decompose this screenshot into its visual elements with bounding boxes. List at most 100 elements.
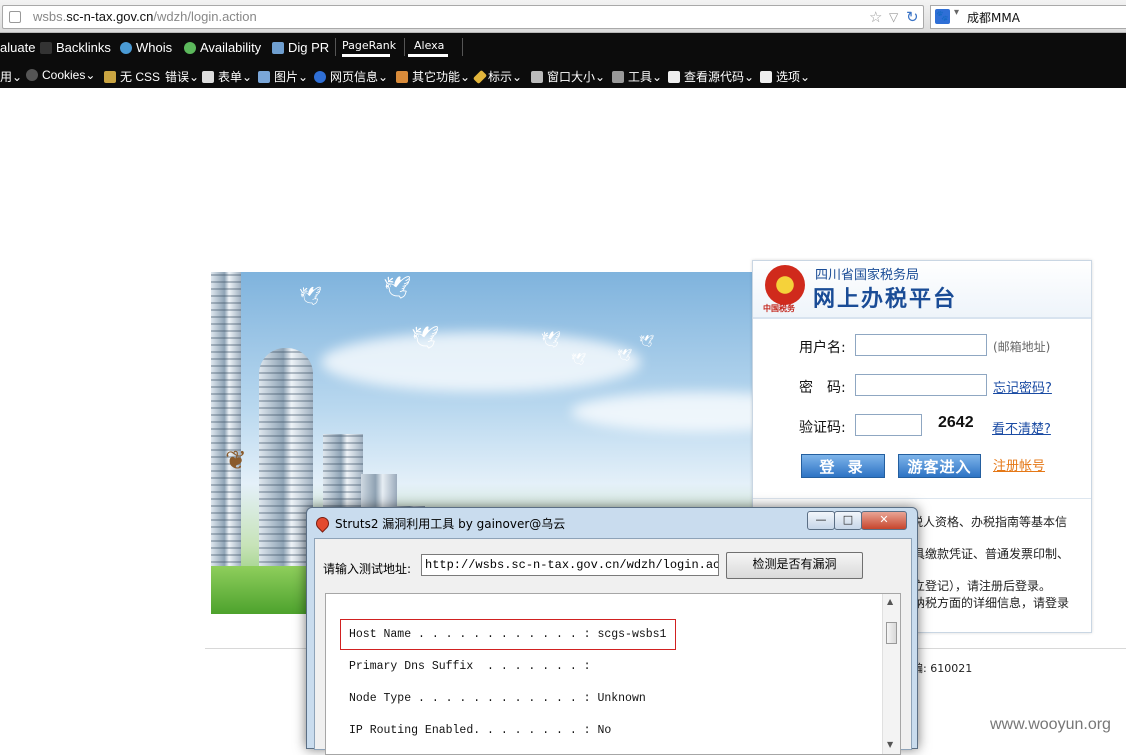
misc-icon [396,71,408,83]
forgot-password-link[interactable]: 忘记密码? [993,377,1052,396]
alexa-bar [408,54,448,57]
menu-page-info[interactable]: 网页信息⌄ [314,68,388,85]
bookmark-star-icon[interactable]: ☆ [869,8,882,26]
struts2-tool-window: Struts2 漏洞利用工具 by gainover@乌云 — □ ✕ 请输入测… [306,507,918,755]
dove-icon: 🕊 [639,334,655,348]
menu-cookies[interactable]: Cookies⌄ [26,68,95,82]
panel-divider [753,498,1091,499]
menu-css-label: 无 CSS [120,70,161,84]
engine-dropdown-icon[interactable]: ▾ [954,7,959,18]
backlinks-icon [40,42,52,54]
menu-tools[interactable]: 工具⌄ [612,68,662,85]
app-icon [313,514,332,533]
pagerank-bar [342,54,390,57]
captcha-input[interactable] [855,414,922,436]
seo-digpr[interactable]: Dig PR [272,40,329,55]
menu-css[interactable]: 无 CSS [104,68,160,85]
menu-resize-label: 窗口大小 [547,70,596,84]
dove-icon: 🕊 [411,326,439,351]
url-prefix: wsbs. [33,9,67,24]
search-field[interactable]: 🐾 ▾ 成都MMA [930,5,1126,29]
address-bar: wsbs.sc-n-tax.gov.cn/wdzh/login.action ☆… [0,0,1126,33]
test-url-input[interactable]: http://wsbs.sc-n-tax.gov.cn/wdzh/login.a… [421,554,719,576]
search-engine-icon[interactable]: 🐾 [935,9,950,24]
url-field[interactable]: wsbs.sc-n-tax.gov.cn/wdzh/login.action ☆… [2,5,924,29]
login-header: 中国税务 四川省国家税务局 网上办税平台 [753,261,1091,319]
scroll-down-icon[interactable]: ▼ [887,740,893,749]
menu-view-source[interactable]: 查看源代码⌄ [668,68,754,85]
dove-icon: 🕊 [299,286,322,307]
info-icon [314,71,326,83]
seo-backlinks[interactable]: Backlinks [40,40,111,55]
login-button[interactable]: 登 录 [801,454,885,478]
dove-icon: 🕊 [383,276,411,301]
magnifier-icon [184,42,196,54]
document-icon [668,71,680,83]
notice-line: 具缴款凭证、普通发票印制、 [913,547,1070,561]
output-line: Node Type . . . . . . . . . . . . : Unkn… [349,692,646,705]
forms-icon [202,71,214,83]
check-vuln-button[interactable]: 检测是否有漏洞 [726,552,863,579]
menu-view-source-label: 查看源代码 [684,70,745,84]
pencil-icon [472,69,488,85]
menu-outline[interactable]: 标示⌄ [472,68,522,85]
alexa-label[interactable]: Alexa [414,39,444,52]
history-dropdown-icon[interactable]: ▽ [889,10,898,24]
menu-images[interactable]: 图片⌄ [258,68,308,85]
menu-forms[interactable]: 表单⌄ [202,68,252,85]
scroll-thumb[interactable] [886,622,897,644]
menu-resize[interactable]: 窗口大小⌄ [531,68,605,85]
tax-emblem-icon [765,265,805,305]
url-label: 请输入测试地址: [323,562,412,576]
username-input[interactable] [855,334,987,356]
scroll-up-icon[interactable]: ▲ [887,597,893,606]
menu-disable[interactable]: 用⌄ [0,68,22,85]
menu-options[interactable]: 选项⌄ [760,68,810,85]
seo-whois[interactable]: Whois [120,40,172,55]
options-icon [760,71,772,83]
password-label: 密 码: [799,380,846,396]
menu-errors[interactable]: 错误⌄ [165,68,199,85]
captcha-refresh-link[interactable]: 看不清楚? [992,418,1051,437]
close-button[interactable]: ✕ [861,511,907,530]
minimize-button[interactable]: — [807,511,835,530]
seo-evaluate[interactable]: aluate [0,40,35,55]
output-line: Host Name . . . . . . . . . . . . : scgs… [349,628,667,641]
menu-options-label: 选项 [776,70,801,84]
register-link[interactable]: 注册帐号 [993,455,1045,474]
output-scrollbar[interactable]: ▲ ▼ [882,594,900,754]
output-textarea[interactable]: Host Name . . . . . . . . . . . . : scgs… [325,593,901,755]
password-input[interactable] [855,374,987,396]
url-path: /wdzh/login.action [153,9,257,24]
window-icon [531,71,543,83]
menu-images-label: 图片 [274,70,299,84]
menu-forms-label: 表单 [218,70,243,84]
url-text[interactable]: wsbs.sc-n-tax.gov.cn/wdzh/login.action [33,9,257,24]
butterfly-icon: ❦ [225,446,247,476]
menu-misc-label: 其它功能 [412,70,461,84]
url-host: sc-n-tax.gov.cn [66,9,154,24]
seo-toolbar: aluate Backlinks Whois Availability Dig … [0,33,1126,60]
css-icon [104,71,116,83]
menu-misc[interactable]: 其它功能⌄ [396,68,470,85]
cookies-icon [26,69,38,81]
dev-toolbar: 用⌄ Cookies⌄ 无 CSS 错误⌄ 表单⌄ 图片⌄ 网页信息⌄ 其它功能… [0,60,1126,88]
images-icon [258,71,270,83]
pagerank-label[interactable]: PageRank [342,39,396,52]
site-info-icon[interactable] [9,11,21,23]
seo-whois-label: Whois [136,40,173,55]
dove-icon: 🕊 [571,352,587,366]
tools-icon [612,71,624,83]
maximize-button[interactable]: □ [834,511,862,530]
toolbar-divider [335,38,336,56]
guest-button[interactable]: 游客进入 [898,454,981,478]
username-hint: (邮箱地址) [993,340,1051,354]
search-text: 成都MMA [967,11,1020,25]
captcha-image: 2642 [938,414,974,431]
seo-availability[interactable]: Availability [184,40,261,55]
emblem-caption: 中国税务 [763,304,795,313]
menu-disable-label: 用 [0,70,13,84]
platform-title: 网上办税平台 [813,287,958,312]
notice-line: 税人资格、办税指南等基本信 [911,515,1068,529]
reload-icon[interactable]: ↻ [906,8,919,26]
